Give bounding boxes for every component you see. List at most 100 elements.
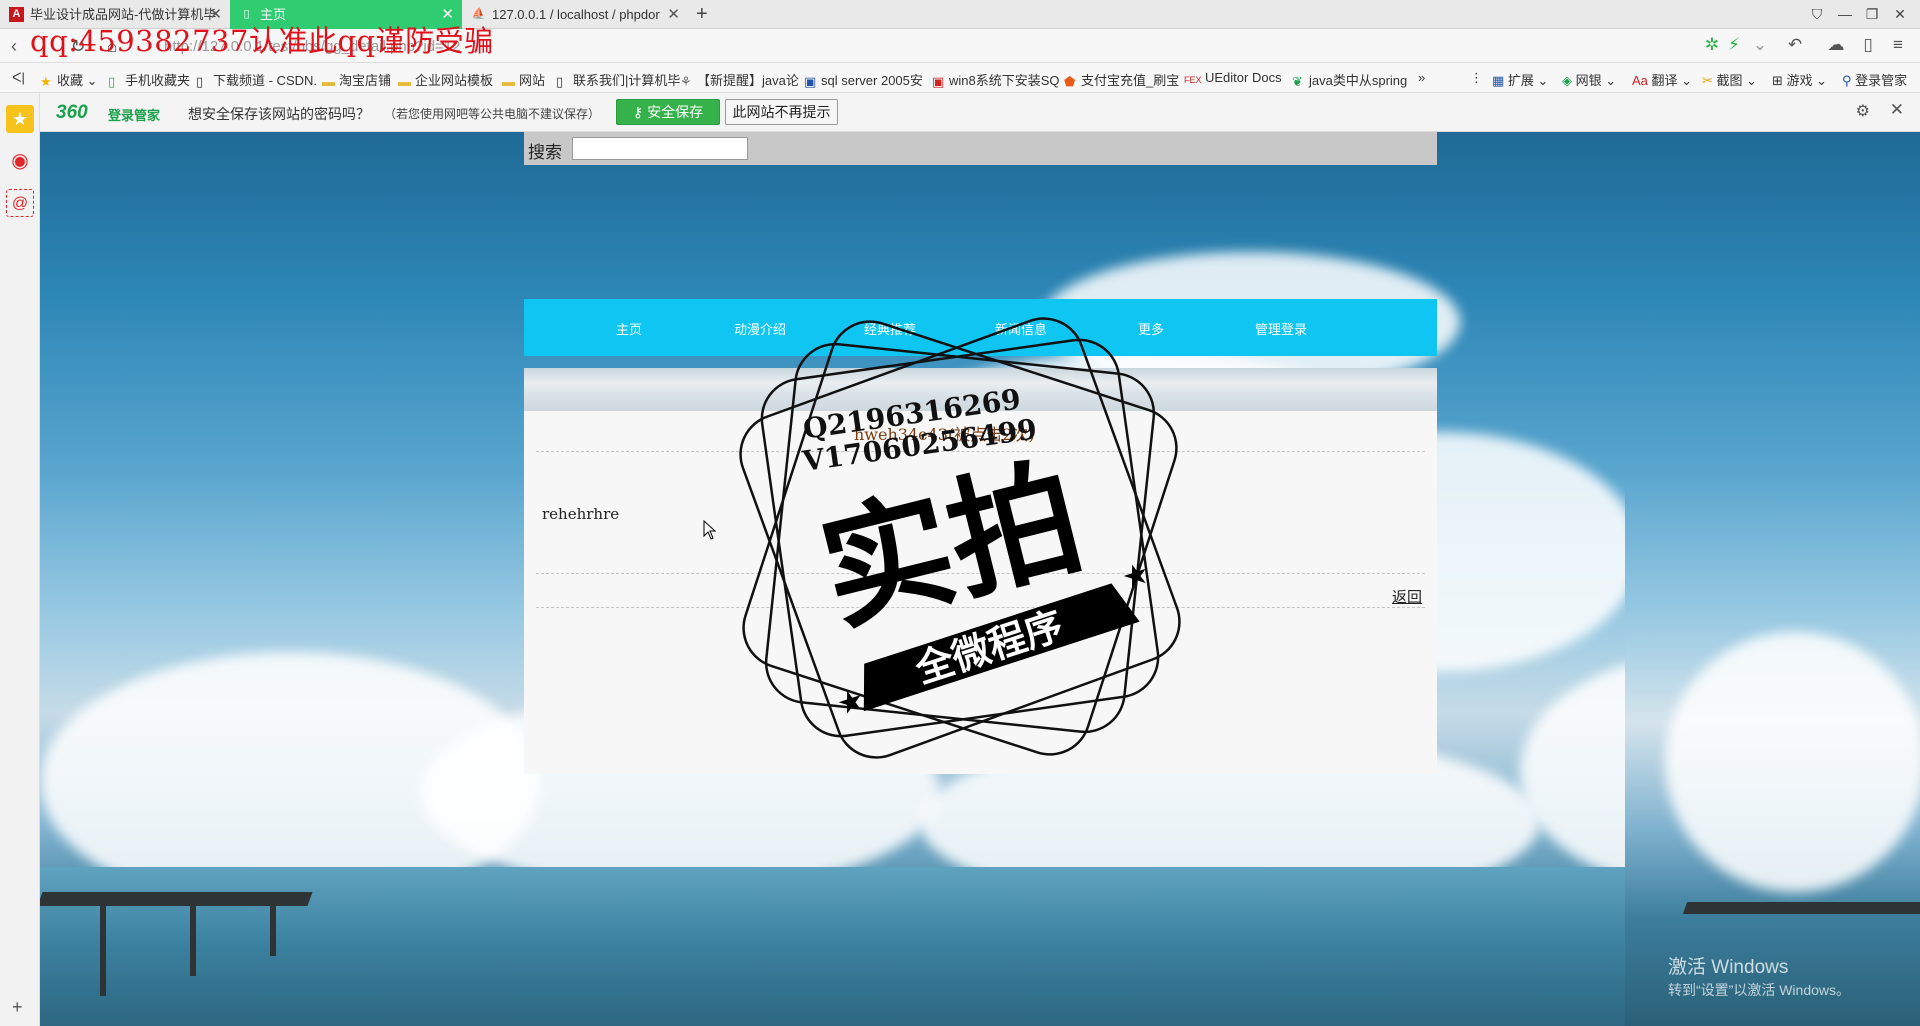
page-viewport: 搜索 主页 动漫介绍 经典推荐 新闻信息 更多 管理登录 hweh34e43(被… [40, 132, 1920, 1026]
bookmark-item[interactable]: ▣ sql server 2005安 [804, 70, 923, 89]
add-icon[interactable]: + [12, 997, 23, 1018]
close-window-icon[interactable]: ✕ [1885, 0, 1915, 29]
windows-activation-title: 激活 Windows [1668, 957, 1789, 978]
close-icon[interactable]: ✕ [667, 0, 680, 29]
screenshot-button[interactable]: ✂ 截图 ⌄ [1702, 70, 1757, 89]
back-icon[interactable]: ‹ [2, 34, 26, 58]
image-icon: ▣ [804, 74, 817, 89]
pdf-icon: A [9, 7, 24, 22]
fex-icon: FEX [1184, 75, 1202, 85]
bolt-icon[interactable]: ⚡ [1722, 35, 1746, 55]
divider [536, 607, 1425, 608]
mouse-cursor-icon [703, 520, 717, 540]
pier-post [270, 906, 276, 956]
save-note: （若您使用网吧等公共电脑不建议保存） [384, 107, 601, 121]
key-icon: ⚷ [632, 104, 644, 120]
password-save-bar: 360 登录管家 想安全保存该网站的密码吗？ （若您使用网吧等公共电脑不建议保存… [40, 93, 1920, 132]
tab-3[interactable]: ⛵ 127.0.0.1 / localhost / phpdor ✕ [462, 0, 688, 29]
nav-classic[interactable]: 经典推荐 [864, 319, 916, 338]
bookmarks-bar: ᐸ| ★ 收藏 ⌄ ▯ 手机收藏夹 ▯ 下载频道 - CSDN. ▬ 淘宝店铺 ▬ 企业网… [0, 63, 1920, 93]
nav-news[interactable]: 新闻信息 [995, 319, 1047, 338]
minimize-icon[interactable]: — [1830, 0, 1860, 29]
leaf-icon: ❦ [1292, 74, 1303, 89]
key-icon: ⚲ [1842, 73, 1852, 88]
logo-text: 登录管家 [108, 108, 161, 123]
scissors-icon: ✂ [1702, 73, 1713, 88]
translate-icon: Aa [1632, 73, 1648, 88]
bookmark-item[interactable]: ⬟ 支付宝充值_刷宝 [1064, 70, 1179, 89]
bookmark-item[interactable]: ▣ win8系统下安装SQ [932, 70, 1060, 89]
divider [536, 573, 1425, 574]
shirt-icon[interactable]: ⛉ [1802, 0, 1832, 29]
pier [40, 892, 313, 906]
star-icon[interactable]: ★ [6, 105, 34, 133]
win-icon: ▣ [932, 74, 945, 89]
nav-anime-intro[interactable]: 动漫介绍 [734, 319, 786, 338]
shield-icon: ◈ [1562, 73, 1572, 88]
tab-3-label: 127.0.0.1 / localhost / phpdor [492, 7, 660, 22]
ext-button[interactable]: ▦ 扩展 ⌄ [1492, 70, 1548, 89]
divider [536, 451, 1425, 452]
translate-button[interactable]: Aa 翻译 ⌄ [1632, 70, 1692, 89]
folder-icon: ▬ [502, 74, 515, 89]
grid-icon: ▦ [1492, 73, 1505, 88]
phone-icon: ▯ [108, 74, 116, 89]
article-body: rehehrhre [542, 505, 620, 523]
left-sidebar: ★ ◉ @ + [0, 93, 40, 1026]
bookmark-item[interactable]: FEX UEditor Docs [1184, 70, 1282, 87]
bookmark-item[interactable]: ▯ 手机收藏夹 [108, 70, 190, 89]
page-icon: ▯ [556, 74, 564, 89]
save-question: 想安全保存该网站的密码吗？ [188, 106, 370, 122]
pier-post [100, 906, 106, 996]
bookmark-item[interactable]: ▯ 下载频道 - CSDN. [196, 70, 317, 89]
netbank-button[interactable]: ◈ 网银 ⌄ [1562, 70, 1616, 89]
mobile-icon[interactable]: ▯ [1856, 35, 1880, 55]
gear-icon[interactable]: ⚙ [1856, 101, 1870, 121]
new-tab-button[interactable]: + [696, 0, 708, 28]
nav-home[interactable]: 主页 [616, 319, 642, 338]
cloud-icon[interactable]: ☁ [1824, 35, 1848, 55]
search-input[interactable] [572, 137, 748, 160]
undo-icon[interactable]: ↶ [1783, 35, 1807, 55]
chevron-down-icon[interactable]: ⌄ [1748, 35, 1772, 55]
back-link[interactable]: 返回 [1392, 586, 1422, 607]
bookmark-item[interactable]: ▯ 联系我们|计算机毕 [556, 70, 680, 89]
cloud-shape [1665, 632, 1920, 892]
weibo-icon[interactable]: ◉ [6, 147, 34, 175]
search-label: 搜索 [528, 143, 562, 163]
article-content: hweh34e43(被点击2次) rehehrhre 返回 [524, 411, 1437, 774]
nav-more[interactable]: 更多 [1138, 319, 1164, 338]
more-bookmarks-icon[interactable]: » [1418, 70, 1425, 85]
site-search-bar: 搜索 [524, 132, 1437, 165]
page-icon: ▯ [196, 74, 204, 89]
qq-overlay-text: qq:459382737认准此qq谨防受骗 [30, 24, 494, 58]
bookmark-item[interactable]: ▬ 企业网站模板 [398, 70, 493, 89]
no-more-prompt-button[interactable]: 此网站不再提示 [725, 99, 838, 125]
right-background-panel [1625, 132, 1920, 1026]
pier-post [190, 906, 196, 976]
more-vertical-icon[interactable]: ⋮ [1470, 70, 1483, 86]
bookmark-item[interactable]: ❦ java类中从spring [1292, 70, 1407, 89]
bookmark-item[interactable]: ⚘ 【新提醒】java论 [680, 70, 799, 89]
bookmark-item[interactable]: ▬ 淘宝店铺 [322, 70, 391, 89]
login-manager-button[interactable]: ⚲ 登录管家 [1842, 70, 1907, 89]
nav-admin-login[interactable]: 管理登录 [1255, 319, 1307, 338]
logo-360: 360 [56, 102, 88, 123]
security-icon[interactable]: ✲ [1700, 35, 1724, 55]
bookmarks-toggle-icon[interactable]: ᐸ| [12, 70, 25, 86]
mail-icon[interactable]: @ [6, 189, 34, 217]
bookmark-item[interactable]: ★ 收藏 ⌄ [40, 70, 98, 89]
windows-activation-sub: 转到“设置”以激活 Windows。 [1668, 982, 1851, 998]
games-button[interactable]: ⊞ 游戏 ⌄ [1772, 70, 1827, 89]
menu-icon[interactable]: ≡ [1886, 35, 1910, 55]
close-icon[interactable]: ✕ [1890, 100, 1904, 120]
restore-icon[interactable]: ❐ [1857, 0, 1887, 29]
folder-icon: ▬ [398, 74, 411, 89]
star-icon: ★ [40, 74, 52, 89]
gamepad-icon: ⊞ [1772, 73, 1783, 88]
shield-icon: ⬟ [1064, 74, 1076, 89]
banner-strip [524, 368, 1437, 411]
safe-save-button[interactable]: ⚷ 安全保存 [616, 99, 720, 125]
article-title[interactable]: hweh34e43(被点击2次) [854, 421, 1035, 445]
bookmark-item[interactable]: ▬ 网站 [502, 70, 545, 89]
